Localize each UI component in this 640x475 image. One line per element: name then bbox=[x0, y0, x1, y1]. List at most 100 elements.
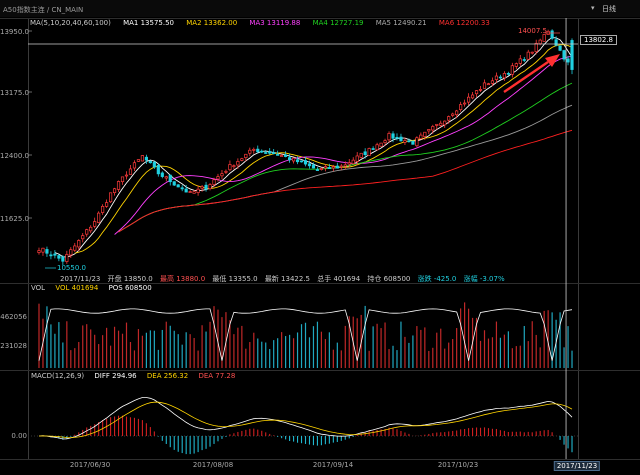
vol-title[interactable]: VOL bbox=[31, 284, 45, 292]
candle-body bbox=[307, 163, 312, 167]
candle-body bbox=[514, 63, 518, 67]
candle-body bbox=[335, 165, 339, 169]
chart-canvas[interactable] bbox=[0, 0, 640, 475]
volume-bar bbox=[316, 321, 319, 368]
candle-body bbox=[81, 235, 85, 240]
ma40-line bbox=[118, 82, 573, 233]
info-position: 持仓 608500 bbox=[367, 275, 411, 283]
candle-body bbox=[459, 104, 463, 111]
candle-body bbox=[451, 113, 455, 116]
info-close: 最新 13422.5 bbox=[264, 275, 310, 283]
candle-body bbox=[435, 123, 439, 126]
volume-axis-label: 462056 bbox=[0, 313, 27, 321]
volume-bar bbox=[161, 329, 163, 368]
volume-bar bbox=[336, 342, 338, 368]
volume-bar bbox=[185, 332, 187, 368]
candle-body bbox=[291, 157, 296, 162]
candle-body bbox=[37, 250, 41, 253]
volume-bar bbox=[90, 329, 92, 368]
candle-body bbox=[168, 174, 172, 183]
volume-bar bbox=[380, 328, 382, 368]
candle-body bbox=[498, 76, 502, 79]
candle-body bbox=[502, 73, 506, 79]
info-pct: 涨幅 -3.07% bbox=[463, 275, 505, 283]
volume-bar bbox=[535, 334, 537, 368]
volume-bar bbox=[344, 325, 346, 368]
period-selector[interactable]: 日线 bbox=[602, 4, 616, 14]
volume-bar bbox=[304, 322, 307, 368]
volume-bar bbox=[50, 324, 52, 368]
pos-value: POS 608500 bbox=[108, 284, 152, 292]
candle-body bbox=[232, 165, 236, 168]
volume-bar bbox=[332, 349, 334, 368]
volume-bar bbox=[177, 334, 179, 368]
candle-body bbox=[526, 51, 530, 60]
candle-body bbox=[132, 162, 137, 169]
macd-title[interactable]: MACD(12,26,9) bbox=[31, 372, 84, 380]
candle-body bbox=[89, 226, 93, 232]
candle-body bbox=[220, 173, 224, 177]
candlestick-series[interactable] bbox=[37, 29, 574, 266]
candle-body bbox=[128, 168, 133, 175]
volume-bar bbox=[117, 330, 120, 368]
candle-body bbox=[319, 168, 323, 170]
candle-body bbox=[124, 174, 129, 177]
ma5-value: MA5 12490.21 bbox=[375, 19, 427, 27]
volume-bar bbox=[213, 306, 215, 368]
macd-legend: MACD(12,26,9) DIFF 294.96 DEA 256.32 DEA… bbox=[31, 372, 243, 380]
candle-body bbox=[339, 165, 343, 168]
candle-body bbox=[224, 170, 228, 173]
date-axis-label: 2017/06/30 bbox=[69, 461, 111, 469]
candle-body bbox=[276, 154, 280, 156]
volume-bar bbox=[559, 312, 561, 368]
candle-body bbox=[383, 140, 387, 144]
volume-bar bbox=[94, 334, 96, 368]
volume-bar bbox=[261, 341, 263, 368]
volume-bar bbox=[233, 334, 235, 368]
volume-bar bbox=[424, 327, 426, 368]
volume-bar bbox=[487, 338, 490, 368]
candle-body bbox=[53, 253, 57, 256]
info-low: 最低 13355.0 bbox=[212, 275, 258, 283]
candle-body bbox=[176, 184, 180, 188]
info-open: 开盘 13850.0 bbox=[107, 275, 153, 283]
grid-lines bbox=[0, 18, 640, 460]
candle-body bbox=[73, 245, 77, 251]
volume-bar bbox=[499, 337, 502, 368]
candle-body bbox=[506, 72, 510, 75]
volume-bar bbox=[265, 342, 267, 368]
volume-bar bbox=[507, 331, 509, 368]
chevron-down-icon[interactable]: ▾ bbox=[591, 4, 595, 12]
candle-body bbox=[443, 120, 447, 126]
candle-body bbox=[387, 133, 391, 141]
candle-body bbox=[152, 161, 156, 168]
volume-bar bbox=[392, 345, 394, 368]
volume-bar bbox=[205, 331, 207, 368]
volume-bar bbox=[193, 338, 195, 368]
volume-bar bbox=[448, 342, 450, 368]
macd-value: DEA 77.28 bbox=[198, 372, 236, 380]
candle-body bbox=[510, 65, 514, 75]
ma-title[interactable]: MA(5,10,20,40,60,100) bbox=[30, 19, 111, 27]
volume-bar bbox=[388, 349, 390, 368]
symbol-label[interactable]: A50指数主连 / CN_MAIN bbox=[3, 5, 83, 15]
candle-body bbox=[61, 256, 65, 262]
candle-body bbox=[542, 34, 546, 42]
candle-body bbox=[196, 188, 200, 193]
candle-body bbox=[109, 192, 113, 203]
ma6-value: MA6 12200.33 bbox=[438, 19, 490, 27]
high-price-label: 14007.5 bbox=[518, 27, 547, 35]
volume-bar bbox=[328, 332, 330, 368]
candle-body bbox=[463, 102, 467, 105]
candle-body bbox=[200, 186, 204, 189]
candle-body bbox=[470, 94, 475, 99]
candle-body bbox=[264, 152, 268, 154]
ma100-line bbox=[118, 129, 573, 233]
volume-bar bbox=[145, 332, 147, 368]
candle-body bbox=[474, 90, 479, 95]
volume-bar bbox=[324, 339, 326, 368]
candle-body bbox=[315, 169, 320, 171]
volume-bar bbox=[452, 339, 454, 368]
volume-bar bbox=[491, 337, 494, 368]
candle-body bbox=[367, 148, 371, 156]
